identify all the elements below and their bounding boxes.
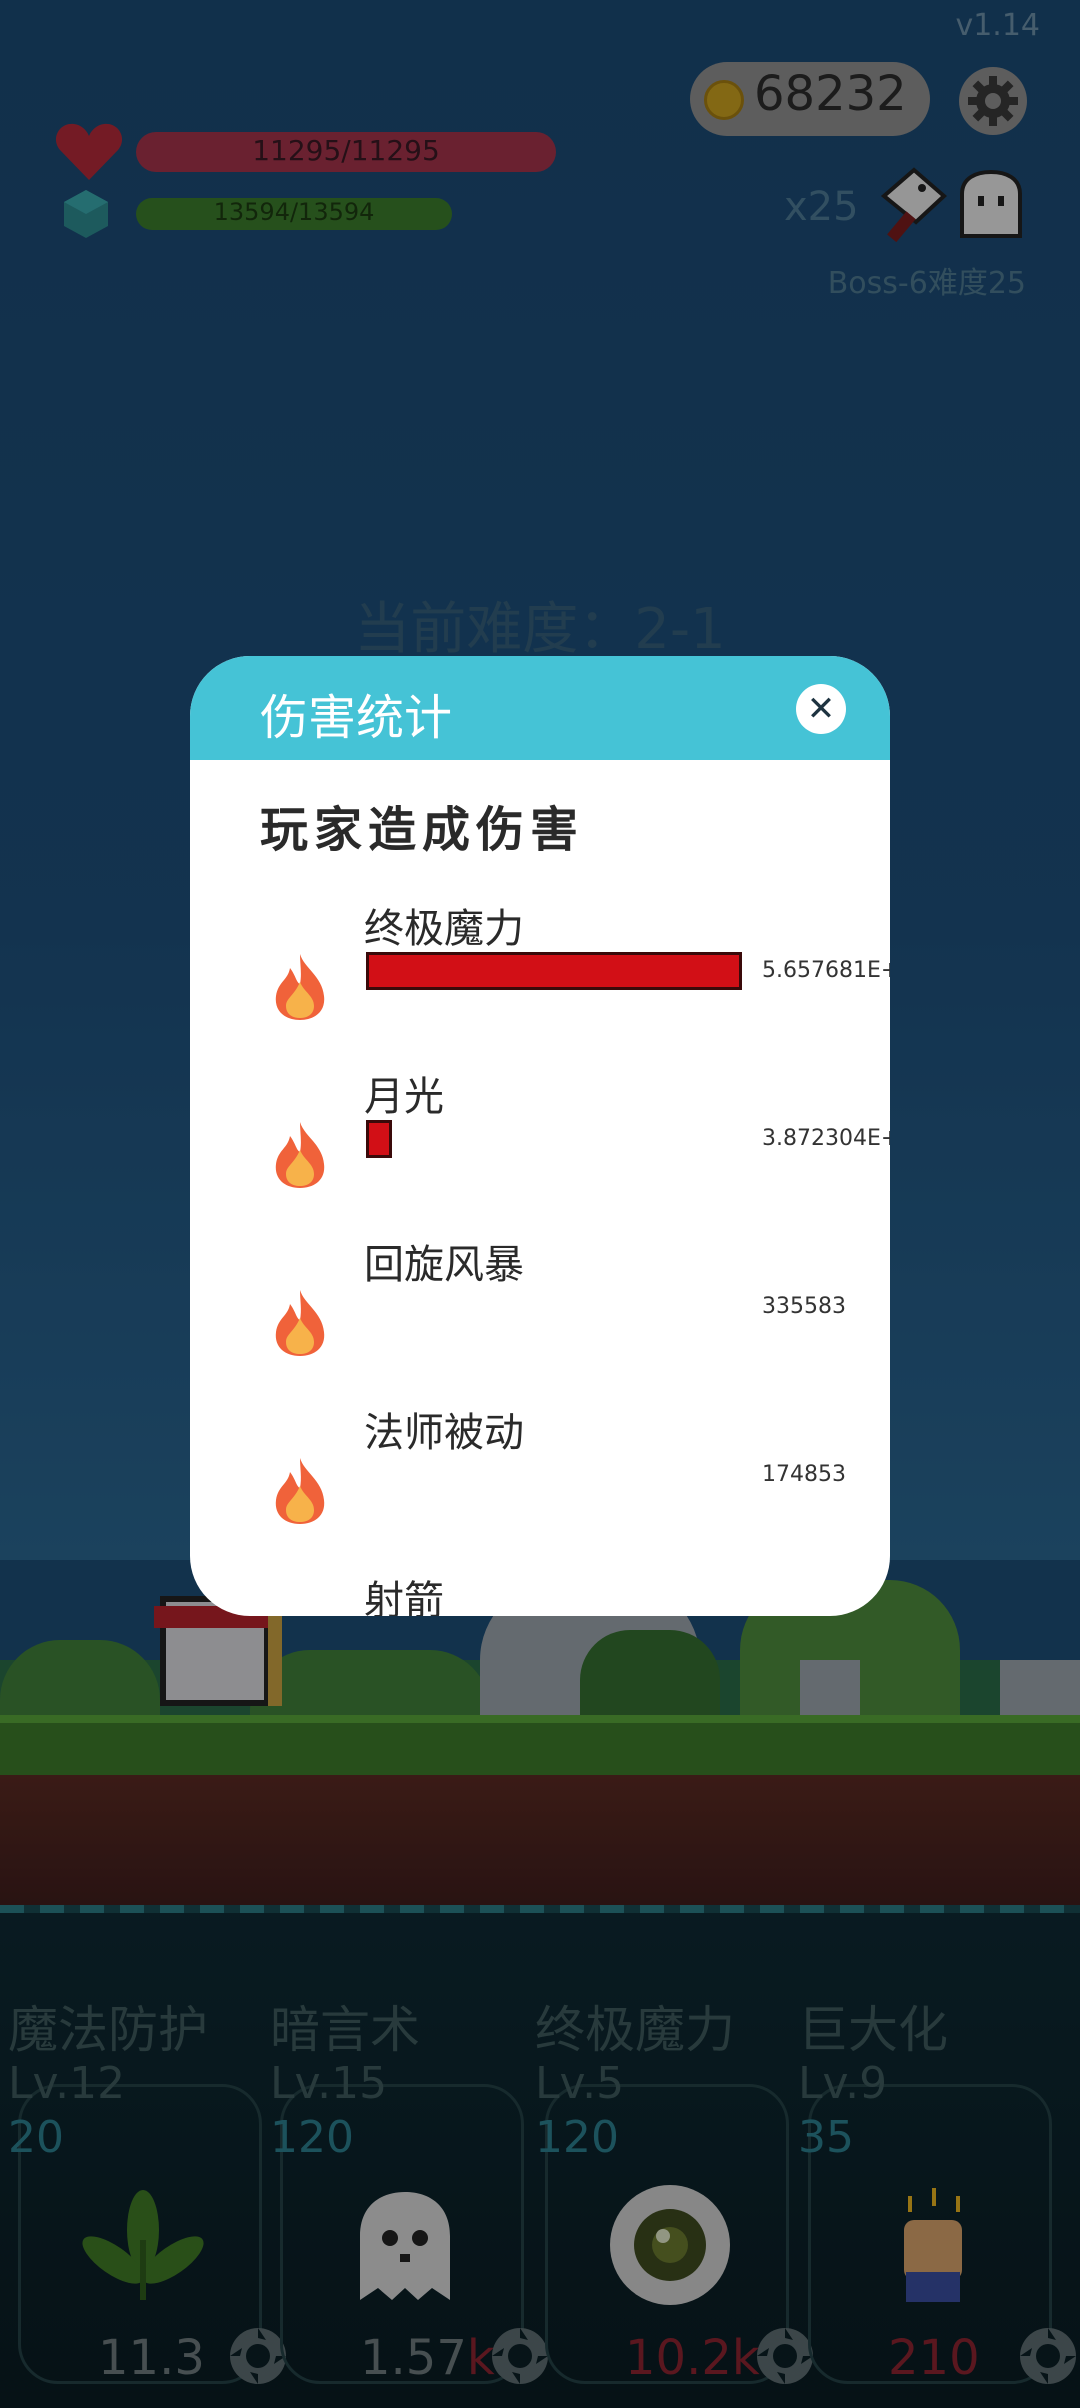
damage-row: 射箭	[190, 1568, 890, 1616]
section-title: 玩家造成伤害	[260, 802, 585, 858]
flame-icon	[270, 952, 330, 1022]
flame-icon	[270, 1288, 330, 1358]
flame-icon	[270, 1456, 330, 1526]
damage-row: 月光 3.872304E+	[190, 1064, 890, 1224]
damage-row: 终极魔力 5.657681E+	[190, 896, 890, 1056]
damage-stats-dialog: 伤害统计 ✕ 玩家造成伤害 终极魔力 5.657681E+ 月光 3.872304E+…	[190, 656, 890, 1616]
skill-name: 月光	[364, 1074, 444, 1120]
skill-name: 终极魔力	[364, 906, 524, 952]
damage-value: 5.657681E+	[762, 958, 890, 983]
damage-row: 回旋风暴 335583	[190, 1232, 890, 1392]
skill-name: 射箭	[364, 1578, 444, 1616]
damage-row: 法师被动 174853	[190, 1400, 890, 1560]
close-button[interactable]: ✕	[796, 684, 846, 734]
damage-value: 3.872304E+	[762, 1126, 890, 1151]
damage-bar	[366, 1120, 392, 1158]
flame-icon	[270, 1120, 330, 1190]
skill-name: 回旋风暴	[364, 1242, 524, 1288]
damage-bar	[366, 952, 742, 990]
skill-name: 法师被动	[364, 1410, 524, 1456]
damage-value: 174853	[762, 1462, 846, 1487]
damage-value: 335583	[762, 1294, 846, 1319]
dialog-title: 伤害统计	[260, 690, 453, 746]
